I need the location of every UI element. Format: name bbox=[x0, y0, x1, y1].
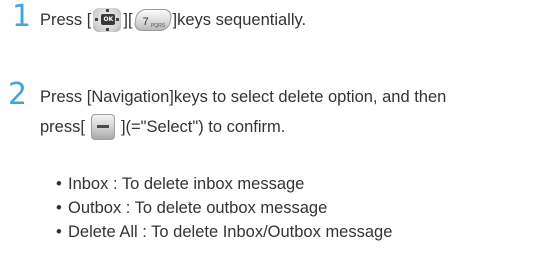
step-number: 2 bbox=[8, 77, 28, 112]
key-digit: 7 bbox=[142, 16, 149, 28]
delete-options-list: • Inbox : To delete inbox message • Outbox… bbox=[56, 172, 392, 244]
bullet-icon: • bbox=[56, 175, 62, 193]
soft-key-icon bbox=[90, 114, 115, 140]
seven-pqrs-key-icon: 7 PQRS bbox=[132, 9, 173, 31]
key-letters: PQRS bbox=[150, 23, 165, 29]
step-2-after-text: ](="Select") to confirm. bbox=[120, 118, 286, 136]
step-2-line-1-text: Press [Navigation]keys to select delete … bbox=[40, 88, 447, 106]
list-item: • Inbox : To delete inbox message bbox=[56, 172, 392, 196]
step-1-text: Press [ OK ][ 7 PQRS ]keys sequentially. bbox=[40, 8, 306, 32]
step-2-line-1: Press [Navigation]keys to select delete … bbox=[40, 86, 446, 108]
nav-left-mark bbox=[95, 18, 99, 21]
nav-down-mark bbox=[106, 28, 110, 31]
nav-up-mark bbox=[106, 9, 110, 12]
step-number: 1 bbox=[12, 0, 32, 34]
list-item: • Delete All : To delete Inbox/Outbox mes… bbox=[56, 220, 392, 244]
nav-right-mark bbox=[116, 18, 120, 21]
step-1-between-text: ][ bbox=[123, 11, 133, 29]
step-1-after-text: ]keys sequentially. bbox=[172, 11, 307, 29]
step-2-press-text: press[ bbox=[40, 118, 85, 136]
option-inbox: Inbox : To delete inbox message bbox=[68, 175, 305, 193]
ok-label: OK bbox=[101, 14, 116, 25]
bullet-icon: • bbox=[56, 199, 62, 217]
step-1-press-text: Press [ bbox=[40, 11, 92, 29]
bullet-icon: • bbox=[56, 223, 62, 241]
list-item: • Outbox : To delete outbox message bbox=[56, 196, 392, 220]
option-delete-all: Delete All : To delete Inbox/Outbox mess… bbox=[68, 223, 393, 241]
step-2-line-2: press[ ](="Select") to confirm. bbox=[40, 114, 285, 140]
soft-key-bar bbox=[96, 125, 109, 128]
navigation-ok-key-icon: OK bbox=[93, 8, 122, 32]
option-outbox: Outbox : To delete outbox message bbox=[68, 199, 328, 217]
